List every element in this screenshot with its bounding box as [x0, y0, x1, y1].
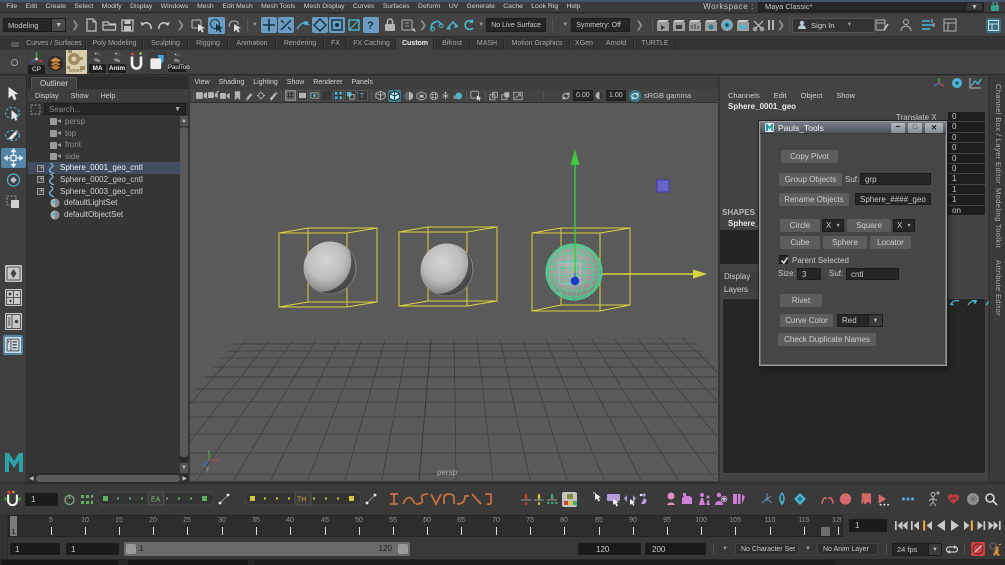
svg-text:persp: persp	[437, 468, 458, 477]
svg-text:TH: TH	[297, 497, 306, 504]
svg-text:T: T	[360, 91, 365, 100]
svg-text:tween: tween	[69, 68, 83, 74]
svg-text:y: y	[206, 466, 209, 472]
svg-text:?: ?	[367, 20, 374, 32]
svg-text:EA: EA	[151, 497, 161, 504]
